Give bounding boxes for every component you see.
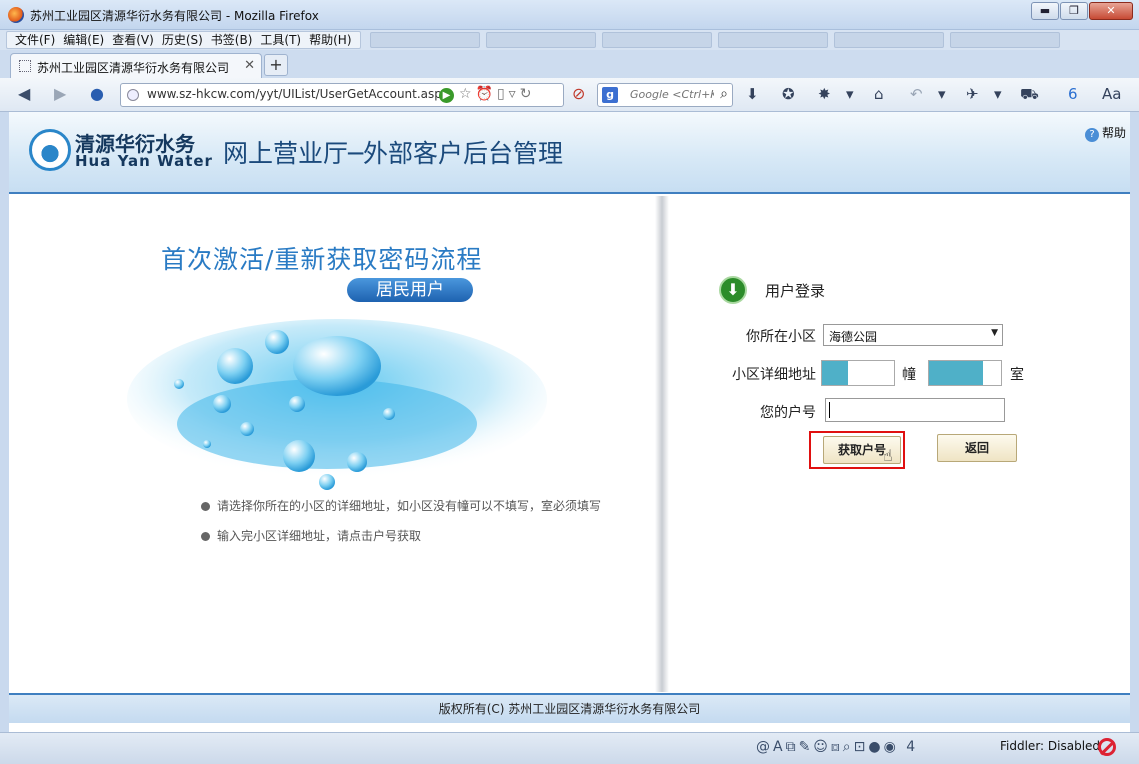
new-tab-button[interactable]: + xyxy=(264,54,288,76)
search-bar[interactable]: g ⌕ xyxy=(597,83,733,107)
dropdown-icon[interactable]: ▾ xyxy=(994,85,1002,103)
close-window-button[interactable]: ✕ xyxy=(1089,2,1133,20)
search-input[interactable] xyxy=(630,88,714,101)
menu-bookmarks[interactable]: 书签(B) xyxy=(207,32,257,48)
community-value: 海德公园 xyxy=(829,330,878,344)
list-item: 请选择你所在的小区的详细地址，如小区没有幢可以不填写，室必须填写 xyxy=(201,498,601,528)
building-input[interactable] xyxy=(821,360,895,386)
room-input-fill xyxy=(929,361,983,385)
window-title: 苏州工业园区清源华衍水务有限公司 - Mozilla Firefox xyxy=(30,9,319,23)
hand-cursor-icon: ☝ xyxy=(883,446,893,465)
home-icon[interactable]: ⌂ xyxy=(874,85,884,103)
water-droplets-illustration xyxy=(127,319,547,490)
cart-icon[interactable]: ⛟ xyxy=(1020,85,1039,103)
dropdown-icon[interactable]: ▾ xyxy=(846,85,854,103)
ghost-tab xyxy=(950,32,1060,48)
login-title: 用户登录 xyxy=(765,282,826,300)
dropdown-icon[interactable]: ▾ xyxy=(938,85,946,103)
window-controls: ▬ ❐ ✕ xyxy=(1031,2,1133,20)
menu-history[interactable]: 历史(S) xyxy=(158,32,207,48)
chevron-down-icon: ▼ xyxy=(991,328,998,338)
block-icon[interactable] xyxy=(1098,738,1116,756)
search-icon[interactable]: ⌕ xyxy=(720,86,728,102)
account-input[interactable] xyxy=(825,398,1005,422)
menu-edit[interactable]: 编辑(E) xyxy=(59,32,108,48)
page-footer: 版权所有(C) 苏州工业园区清源华衍水务有限公司 xyxy=(9,693,1130,723)
undo-icon[interactable]: ↶ xyxy=(910,85,923,103)
address-bar[interactable]: www.sz-hkcw.com/yyt/UIList/UserGetAccoun… xyxy=(120,83,564,107)
list-item: 输入完小区详细地址，请点击户号获取 xyxy=(201,528,601,558)
go-icon[interactable]: ▶ xyxy=(439,88,454,103)
user-agent-icon[interactable]: 6 xyxy=(1068,85,1078,103)
logo-english: Hua Yan Water xyxy=(75,152,213,170)
status-addon-icons[interactable]: @A⧉✎☺⧈⌕⊡●◉ 4 xyxy=(756,739,918,755)
home-globe-icon[interactable]: ● xyxy=(90,85,104,103)
window-titlebar: 苏州工业园区清源华衍水务有限公司 - Mozilla Firefox ▬ ❐ ✕ xyxy=(0,0,1139,30)
forward-icon[interactable]: ▶ xyxy=(54,85,66,103)
bullet-icon xyxy=(201,532,210,541)
urlbar-icons[interactable]: ☆⏰▯▿↻ xyxy=(459,86,535,102)
download-icon[interactable]: ⬇ xyxy=(746,85,759,103)
page-header: 清源华衍水务 Hua Yan Water 网上营业厅─外部客户后台管理 ? 帮助 xyxy=(9,112,1130,194)
water-drop-logo-icon xyxy=(29,129,71,171)
site-identity-icon[interactable] xyxy=(127,89,139,101)
info-panel: 首次激活/重新获取密码流程 居民用户 请选择你所在的小区的详细地址，如小区没有幢… xyxy=(9,196,661,692)
text-cursor xyxy=(829,402,830,418)
community-label: 你所在小区 xyxy=(746,329,816,345)
font-icon[interactable]: Aa xyxy=(1102,85,1121,103)
building-unit: 幢 xyxy=(902,367,916,383)
page-title: 网上营业厅─外部客户后台管理 xyxy=(223,139,564,168)
tab-active[interactable]: 苏州工业园区清源华衍水务有限公司 ✕ xyxy=(10,53,262,78)
tab-close-icon[interactable]: ✕ xyxy=(244,58,255,73)
instruction-list: 请选择你所在的小区的详细地址，如小区没有幢可以不填写，室必须填写 输入完小区详细… xyxy=(201,498,601,558)
maximize-button[interactable]: ❐ xyxy=(1060,2,1088,20)
ghost-tab xyxy=(834,32,944,48)
ghost-tab xyxy=(602,32,712,48)
web-page: 清源华衍水务 Hua Yan Water 网上营业厅─外部客户后台管理 ? 帮助 … xyxy=(9,112,1130,732)
menu-bar: 文件(F) 编辑(E) 查看(V) 历史(S) 书签(B) 工具(T) 帮助(H… xyxy=(0,30,1139,50)
addon-icon[interactable]: ✪ xyxy=(782,85,795,103)
menu-help[interactable]: 帮助(H) xyxy=(305,32,355,48)
help-label: 帮助 xyxy=(1101,126,1126,140)
page-icon xyxy=(19,60,31,72)
room-unit: 室 xyxy=(1010,367,1024,383)
google-icon[interactable]: g xyxy=(602,87,618,103)
help-link[interactable]: ? 帮助 xyxy=(1084,124,1126,142)
building-input-fill xyxy=(822,361,848,385)
addon-star-icon[interactable]: ✸ xyxy=(818,85,831,103)
background-taskbar-ghosts xyxy=(370,32,1060,48)
address-label: 小区详细地址 xyxy=(732,367,816,383)
status-bar: @A⧉✎☺⧈⌕⊡●◉ 4 Fiddler: Disabled xyxy=(0,732,1139,764)
menu-tools[interactable]: 工具(T) xyxy=(256,32,305,48)
note-text: 请选择你所在的小区的详细地址，如小区没有幢可以不填写，室必须填写 xyxy=(217,499,602,513)
minimize-button[interactable]: ▬ xyxy=(1031,2,1059,20)
status-count: 4 xyxy=(906,739,919,755)
ghost-tab xyxy=(486,32,596,48)
tab-bar: 苏州工业园区清源华衍水务有限公司 ✕ + xyxy=(0,50,1139,78)
room-input[interactable] xyxy=(928,360,1002,386)
ghost-tab xyxy=(370,32,480,48)
adblock-icon[interactable]: ⊘ xyxy=(572,85,585,103)
account-label: 您的户号 xyxy=(760,405,816,421)
menu-view[interactable]: 查看(V) xyxy=(108,32,158,48)
bullet-icon xyxy=(201,502,210,511)
back-icon[interactable]: ◀ xyxy=(18,85,30,103)
resident-badge: 居民用户 xyxy=(347,278,473,302)
menu-file[interactable]: 文件(F) xyxy=(11,32,59,48)
firefox-icon xyxy=(8,7,24,23)
ghost-tab xyxy=(718,32,828,48)
down-arrow-icon: ⬇ xyxy=(719,276,747,304)
note-text: 输入完小区详细地址，请点击户号获取 xyxy=(217,529,422,543)
fiddler-status[interactable]: Fiddler: Disabled xyxy=(1000,739,1100,753)
back-button[interactable]: 返回 xyxy=(937,434,1017,462)
flow-title: 首次激活/重新获取密码流程 xyxy=(161,245,483,274)
community-select[interactable]: 海德公园 ▼ xyxy=(823,324,1003,346)
panel-divider xyxy=(655,196,669,692)
navigation-toolbar: ◀ ▶ ● www.sz-hkcw.com/yyt/UIList/UserGet… xyxy=(0,78,1139,112)
help-icon: ? xyxy=(1084,128,1099,142)
wrench-icon[interactable]: ✈ xyxy=(966,85,979,103)
tab-label: 苏州工业园区清源华衍水务有限公司 xyxy=(37,61,230,75)
url-text[interactable]: www.sz-hkcw.com/yyt/UIList/UserGetAccoun… xyxy=(147,87,449,101)
login-panel: ⬇ 用户登录 你所在小区 海德公园 ▼ 小区详细地址 幢 室 您的户号 获取户号… xyxy=(669,196,1130,692)
